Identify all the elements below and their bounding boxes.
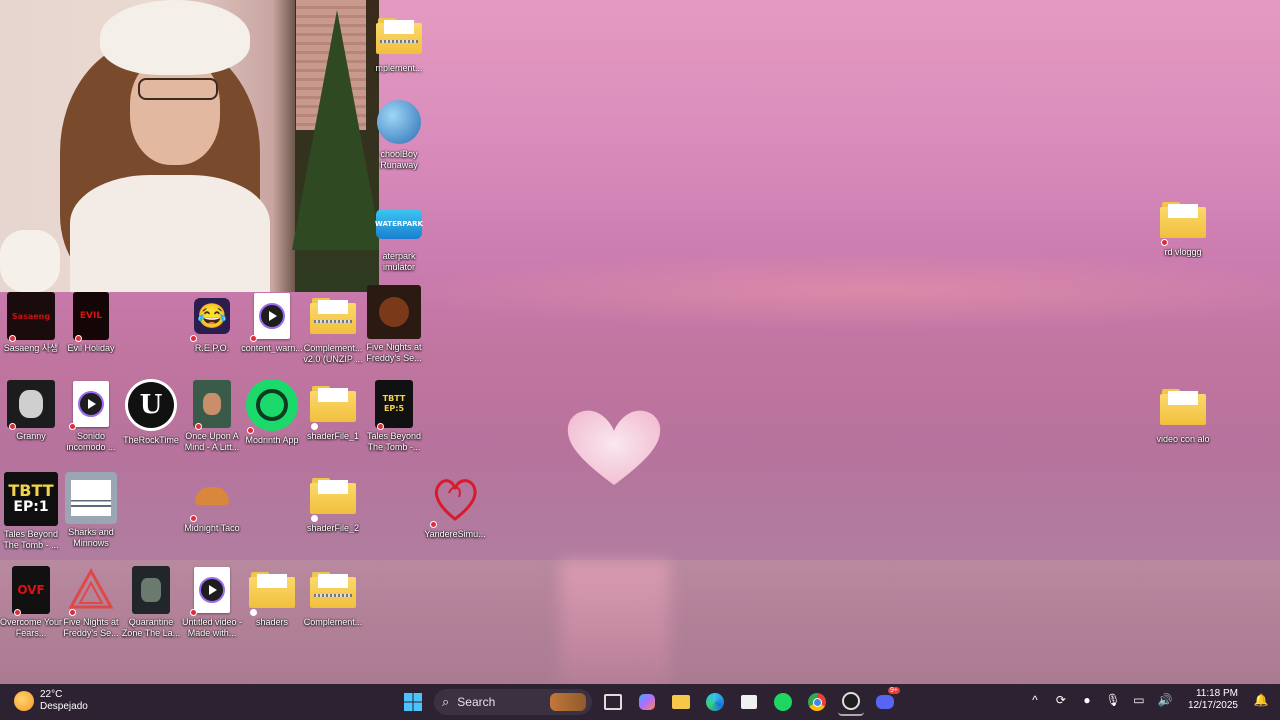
clock-time: 11:18 PM [1195, 688, 1238, 699]
sync-icon[interactable]: ⟳ [1052, 691, 1070, 709]
desktop-icon-midnight-taco[interactable]: Midnight Taco [181, 472, 243, 534]
copilot-button[interactable] [634, 689, 660, 715]
search-label: Search [457, 695, 496, 709]
desktop-icon-quarantine[interactable]: Quarantine Zone The La... [120, 566, 182, 639]
desktop-icon-yandere[interactable]: YandereSimu... [424, 472, 486, 540]
copilot-icon [639, 694, 655, 710]
folder-icon [672, 695, 690, 709]
desktop-icon-shaderfile-2[interactable]: shaderFile_2 [302, 472, 364, 534]
notification-bell-icon[interactable]: 🔔 [1252, 691, 1270, 709]
desktop-icon-video-con-alo[interactable]: video con alo [1152, 383, 1214, 445]
windows-logo-icon [404, 693, 422, 711]
obs-icon [842, 692, 860, 710]
taco-icon [195, 487, 229, 505]
desktop-icon-fnaf-se-2[interactable]: Five Nights at Freddy's Se... [60, 566, 122, 639]
desktop-icon-content-warn[interactable]: content_warn... [241, 292, 303, 354]
desktop-icon-once-upon[interactable]: Once Upon A Mind - A Litt... [181, 380, 243, 453]
desktop-icon-untitled-video[interactable]: Untitled video - Made with... [181, 566, 243, 639]
network-icon[interactable]: ▭ [1130, 691, 1148, 709]
laughing-emoji-icon: 😂 [194, 298, 230, 334]
chrome-icon [808, 693, 826, 711]
spotify-icon [774, 693, 792, 711]
globe-icon [377, 100, 421, 144]
desktop-icon-shaders[interactable]: shaders [241, 566, 303, 628]
task-view-button[interactable] [600, 689, 626, 715]
desktop-icon-tales-tomb-2[interactable]: TBTT EP:1 Tales Beyond The Tomb - ... [0, 472, 62, 551]
hand-waves-icon [71, 480, 111, 516]
desktop-icon-fnaf-se-1[interactable]: Five Nights at Freddy's Se... [363, 285, 425, 364]
soldier-icon [141, 578, 161, 602]
desktop-icon-rd-vloggg[interactable]: rd vloggg [1152, 196, 1214, 258]
play-icon [78, 391, 104, 417]
store-icon [741, 695, 757, 709]
spotify-button[interactable] [770, 689, 796, 715]
granny-face-icon [19, 390, 43, 418]
chrome-button[interactable] [804, 689, 830, 715]
weather-desc: Despejado [40, 701, 88, 712]
desktop-icon-therocktime[interactable]: U TheRockTime [120, 378, 182, 446]
unreal-engine-icon: U [125, 379, 177, 431]
desktop-icon-evil-holiday[interactable]: EVIL Evil Holiday [60, 292, 122, 354]
desktop-icon-sasaeng[interactable]: Sasaeng Sasaeng 사생 [0, 292, 62, 354]
wallpaper-sun-reflection [560, 560, 670, 685]
desktop-icon-complement-bottom[interactable]: Complement... [302, 566, 364, 628]
yandere-heart-icon [434, 479, 477, 521]
desktop-icon-sharks[interactable]: Sharks and Minnows [60, 472, 122, 549]
microphone-icon[interactable]: 🎙 [1104, 691, 1122, 709]
taskbar-center: ⌕ Search 9+ [400, 687, 900, 716]
edge-icon [706, 693, 724, 711]
play-icon [199, 577, 225, 603]
desktop-icon-schoolboy[interactable]: choolBoy Runaway [368, 98, 430, 171]
store-button[interactable] [736, 689, 762, 715]
obs-button[interactable] [838, 688, 864, 716]
desktop-icon-complement-v2[interactable]: Complement... v2.0 (UNZIP ... [302, 292, 364, 365]
waterpark-logo-icon: WATERPARK [375, 209, 423, 239]
volume-icon[interactable]: 🔊 [1156, 691, 1174, 709]
task-view-icon [604, 694, 622, 710]
desktop-icon-repo[interactable]: 😂 R.E.P.O. [181, 292, 243, 354]
edge-button[interactable] [702, 689, 728, 715]
play-icon [259, 303, 285, 329]
modrinth-icon [246, 379, 298, 431]
weather-widget[interactable]: 22°C Despejado [14, 689, 88, 713]
desktop-icon-tales-tomb-1[interactable]: TBTT EP:5 Tales Beyond The Tomb -... [363, 380, 425, 453]
heart-sun-icon [567, 410, 661, 485]
desktop-icon-waterpark[interactable]: WATERPARK aterpark imulator [368, 200, 430, 273]
app-tray-icon[interactable]: ● [1078, 691, 1096, 709]
start-button[interactable] [400, 689, 426, 715]
desktop-icon-granny[interactable]: Granny [0, 380, 62, 442]
discord-badge: 9+ [888, 687, 900, 694]
desktop-icon-modrinth[interactable]: Modrinth App [241, 378, 303, 446]
taskbar-search[interactable]: ⌕ Search [434, 689, 592, 715]
file-explorer-button[interactable] [668, 689, 694, 715]
desktop-icon-overcome[interactable]: OVF Overcome Your Fears... [0, 566, 62, 639]
desktop-icon-complement-top[interactable]: mplement... [368, 12, 430, 74]
portrait-icon [203, 393, 221, 415]
weather-temp: 22°C [40, 689, 63, 700]
search-icon: ⌕ [442, 694, 450, 709]
wallpaper-cloud-band [380, 250, 1280, 330]
chevron-up-icon[interactable]: ^ [1026, 691, 1044, 709]
fnaf-triangle-logo-icon [68, 567, 114, 609]
freddy-face-icon [379, 297, 409, 327]
discord-icon [876, 695, 894, 709]
search-highlight-icon [550, 693, 586, 711]
webcam-overlay [0, 0, 379, 292]
system-tray: ^ ⟳ ● 🎙 ▭ 🔊 11:18 PM 12/17/2025 🔔 [1026, 688, 1270, 712]
discord-button[interactable]: 9+ [872, 687, 900, 715]
clock[interactable]: 11:18 PM 12/17/2025 [1188, 688, 1238, 712]
clock-date: 12/17/2025 [1187, 700, 1238, 711]
taskbar: 22°C Despejado ⌕ Search 9+ ^ ⟳ ● 🎙 ▭ 🔊 1… [0, 684, 1280, 720]
weather-sun-icon [14, 691, 34, 711]
desktop-icon-shaderfile-1[interactable]: shaderFile_1 [302, 380, 364, 442]
desktop-icon-sonido[interactable]: Sonido incomodo ... [60, 380, 122, 453]
